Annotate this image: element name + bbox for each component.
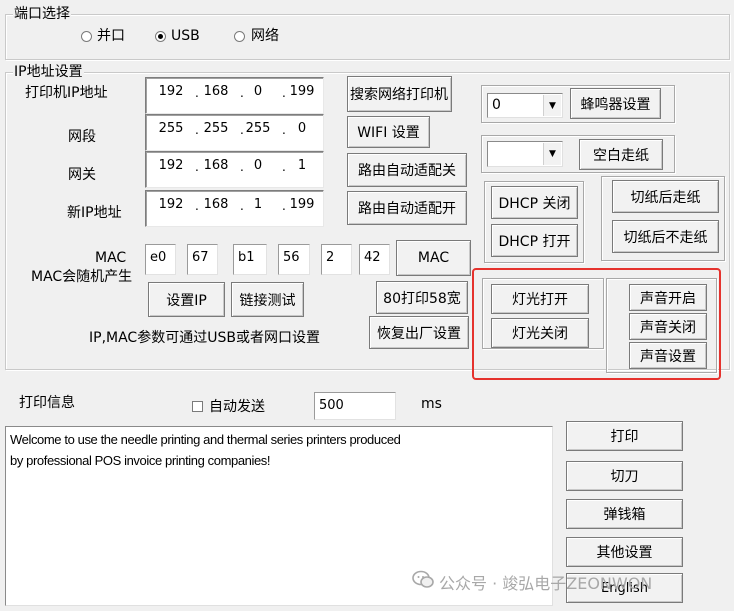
mac-label: MAC — [95, 250, 127, 266]
mac-byte-field[interactable]: 42 — [359, 244, 390, 275]
link-test-button[interactable]: 链接测试 — [231, 282, 304, 317]
print-button[interactable]: 打印 — [566, 421, 683, 451]
new-ip-label: 新IP地址 — [67, 205, 122, 221]
printer-ip-octet[interactable]: 0 — [238, 84, 278, 99]
gateway-octet[interactable]: 0 — [238, 158, 278, 173]
new-ip-field[interactable]: 192 . 168 . 1 . 199 — [145, 190, 324, 227]
printer-ip-label: 打印机IP地址 — [25, 85, 108, 101]
subnet-octet[interactable]: 255 — [151, 121, 191, 136]
blank-feed-button[interactable]: 空白走纸 — [579, 139, 663, 170]
buzzer-combo-value: 0 — [492, 97, 501, 113]
watermark-text: 公众号 · 竣弘电子ZEONWON — [439, 574, 653, 593]
subnet-octet[interactable]: 0 — [282, 121, 322, 136]
subnet-octet[interactable]: 255 — [238, 121, 278, 136]
highlight-box — [472, 268, 721, 380]
subnet-octet[interactable]: 255 — [196, 121, 236, 136]
buzzer-combo[interactable]: 0 ▼ — [487, 93, 563, 118]
radio-parallel[interactable] — [81, 31, 92, 42]
mac-byte-field[interactable]: b1 — [233, 244, 267, 275]
cutter-button[interactable]: 切刀 — [566, 461, 683, 491]
interval-unit: ms — [421, 396, 442, 412]
ip-group-title: IP地址设置 — [13, 64, 84, 80]
route-auto-off-button[interactable]: 路由自动适配关 — [347, 153, 467, 187]
chevron-down-icon[interactable]: ▼ — [543, 143, 561, 165]
buzzer-settings-button[interactable]: 蜂鸣器设置 — [570, 88, 661, 119]
cash-drawer-button[interactable]: 弹钱箱 — [566, 499, 683, 529]
gateway-field[interactable]: 192 . 168 . 0 . 1 — [145, 151, 324, 188]
wifi-settings-button[interactable]: WIFI 设置 — [347, 116, 430, 148]
factory-reset-button[interactable]: 恢复出厂设置 — [369, 316, 469, 349]
subnet-label: 网段 — [68, 129, 96, 145]
mac-byte-field[interactable]: 2 — [321, 244, 352, 275]
print-text-line: Welcome to use the needle printing and t… — [10, 432, 401, 447]
gateway-octet[interactable]: 192 — [151, 158, 191, 173]
dhcp-off-button[interactable]: DHCP 关闭 — [491, 186, 578, 219]
print80-58-button[interactable]: 80打印58宽 — [376, 281, 468, 314]
chevron-down-icon[interactable]: ▼ — [543, 95, 561, 116]
mac-byte-field[interactable]: e0 — [145, 244, 176, 275]
radio-usb-label[interactable]: USB — [171, 27, 200, 45]
gateway-octet[interactable]: 1 — [282, 158, 322, 173]
port-group-title: 端口选择 — [13, 6, 71, 22]
printer-ip-field[interactable]: 192 . 168 . 0 . 199 — [145, 77, 324, 114]
printer-ip-octet[interactable]: 192 — [151, 84, 191, 99]
radio-usb[interactable] — [155, 31, 166, 42]
no-feed-after-cut-button[interactable]: 切纸后不走纸 — [612, 220, 719, 253]
new-ip-octet[interactable]: 199 — [282, 197, 322, 212]
print-text-line: by professional POS invoice printing com… — [10, 453, 271, 468]
auto-send-checkbox[interactable] — [192, 401, 203, 412]
auto-send-label[interactable]: 自动发送 — [209, 398, 265, 416]
set-ip-button[interactable]: 设置IP — [148, 282, 225, 317]
subnet-field[interactable]: 255 . 255 . 255 . 0 — [145, 114, 324, 151]
dhcp-on-button[interactable]: DHCP 打开 — [491, 224, 578, 257]
mac-button[interactable]: MAC — [396, 240, 471, 276]
route-auto-on-button[interactable]: 路由自动适配开 — [347, 191, 467, 225]
wechat-icon — [412, 569, 434, 589]
new-ip-octet[interactable]: 192 — [151, 197, 191, 212]
gateway-label: 网关 — [68, 167, 96, 183]
radio-network[interactable] — [234, 31, 245, 42]
radio-network-label[interactable]: 网络 — [251, 27, 279, 45]
print-info-label: 打印信息 — [19, 395, 75, 411]
mac-byte-field[interactable]: 56 — [278, 244, 310, 275]
interval-input[interactable]: 500 — [314, 392, 396, 420]
printer-ip-octet[interactable]: 168 — [196, 84, 236, 99]
new-ip-octet[interactable]: 168 — [196, 197, 236, 212]
printer-ip-octet[interactable]: 199 — [282, 84, 322, 99]
mac-byte-field[interactable]: 67 — [187, 244, 218, 275]
gateway-octet[interactable]: 168 — [196, 158, 236, 173]
radio-parallel-label[interactable]: 并口 — [97, 27, 125, 45]
ip-mac-note: IP,MAC参数可通过USB或者网口设置 — [89, 330, 320, 346]
blank-feed-combo[interactable]: ▼ — [487, 141, 563, 167]
other-settings-button[interactable]: 其他设置 — [566, 537, 683, 567]
mac-note: MAC会随机产生 — [31, 269, 133, 285]
new-ip-octet[interactable]: 1 — [238, 197, 278, 212]
feed-after-cut-button[interactable]: 切纸后走纸 — [612, 180, 719, 213]
search-network-printer-button[interactable]: 搜索网络打印机 — [347, 76, 452, 112]
